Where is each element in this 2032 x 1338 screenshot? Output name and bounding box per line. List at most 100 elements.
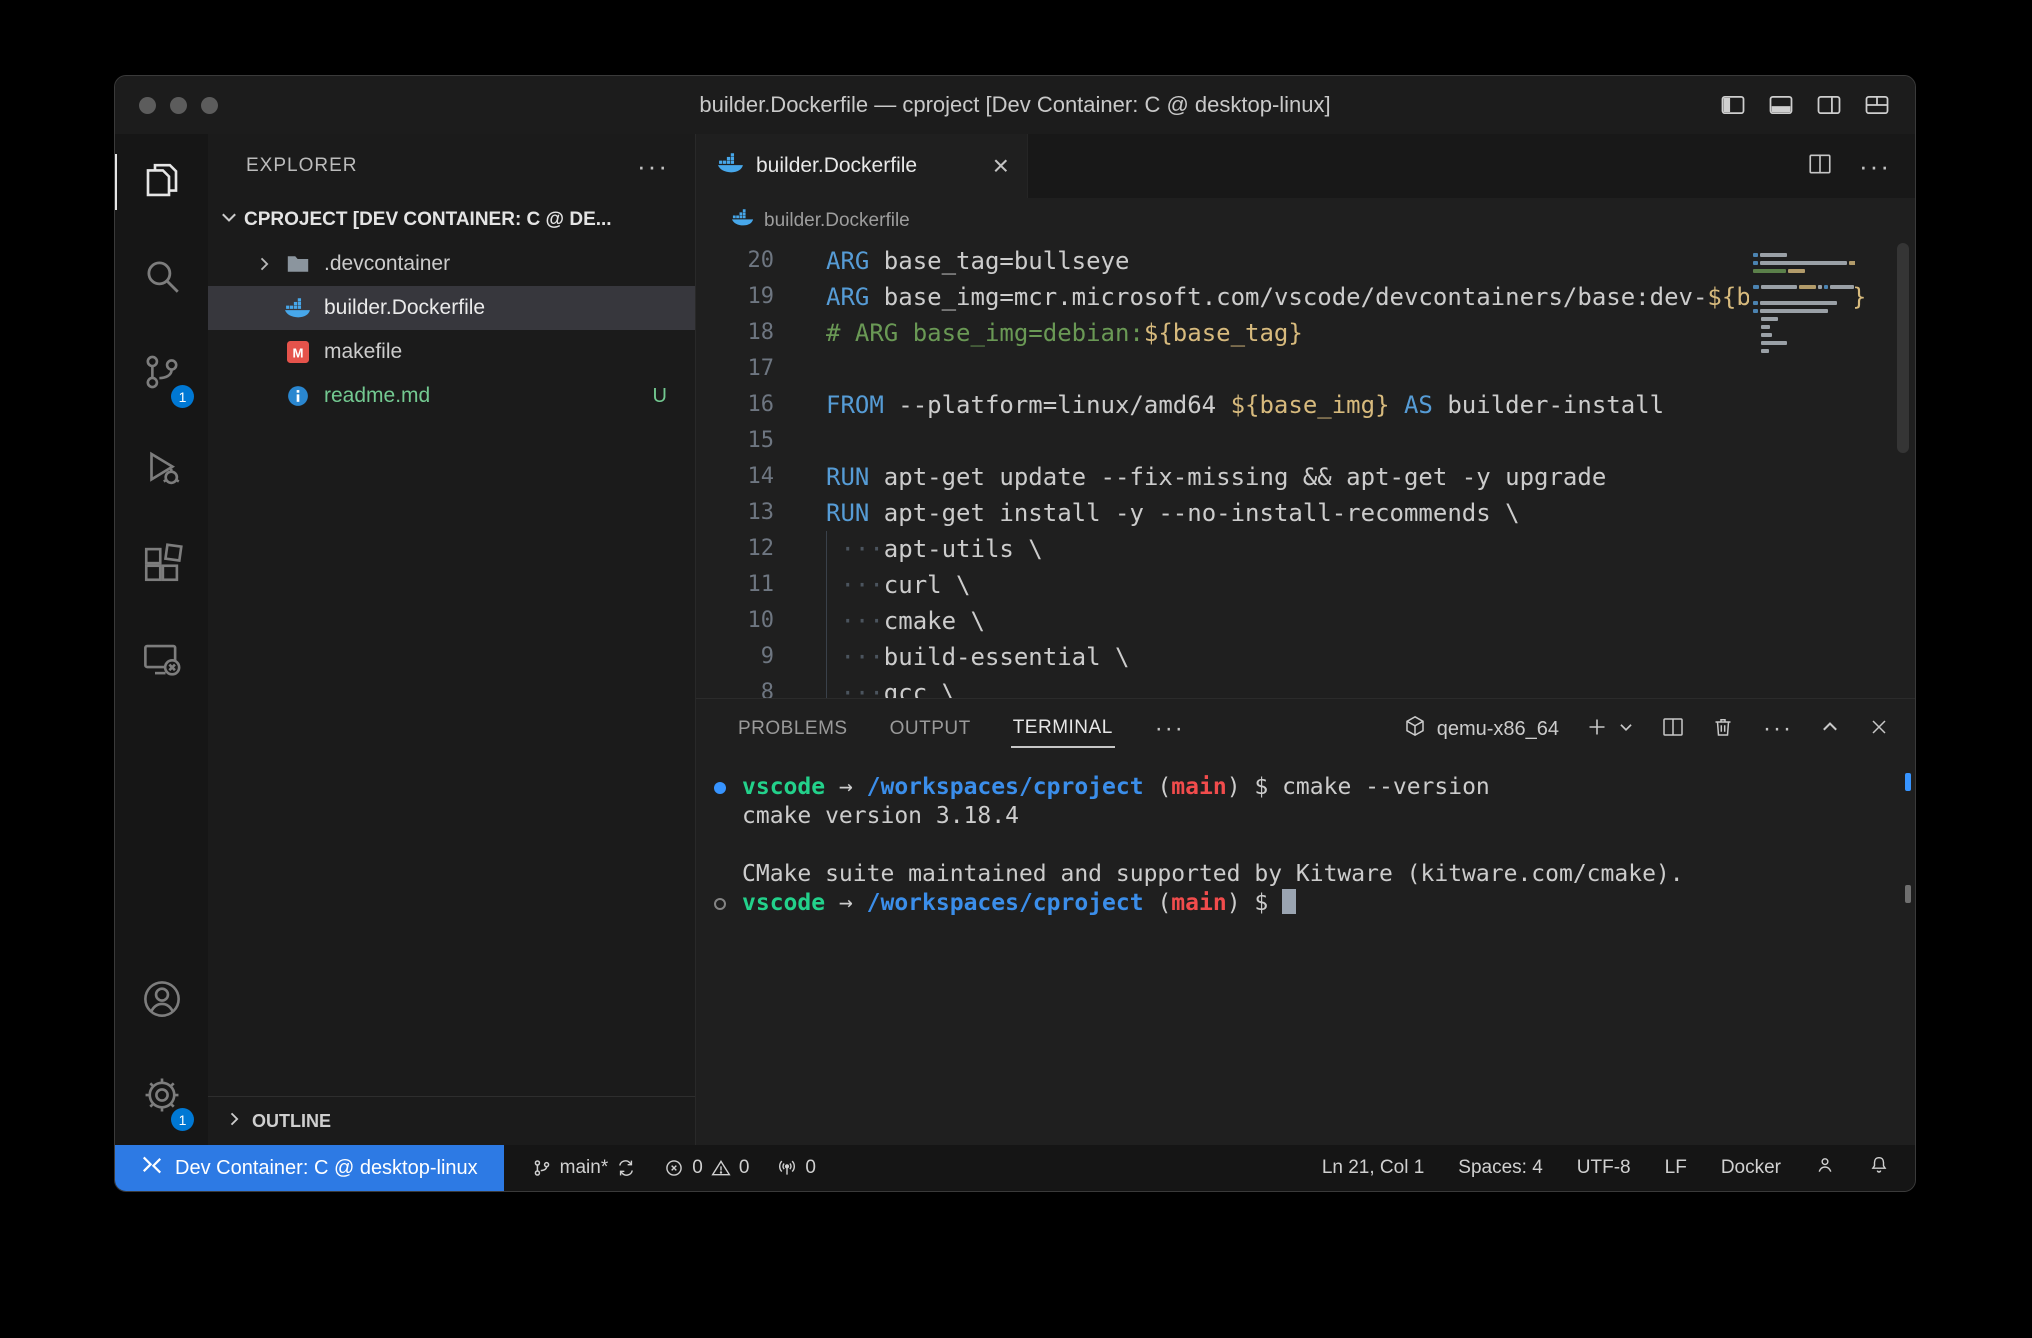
branch-status[interactable]: main*: [532, 1157, 637, 1179]
language-status[interactable]: Docker: [1721, 1157, 1781, 1179]
toggle-panel-icon[interactable]: [1767, 91, 1795, 119]
panel-more-tabs-icon[interactable]: ···: [1155, 717, 1185, 741]
tab-label: builder.Dockerfile: [756, 154, 917, 178]
outline-label: OUTLINE: [252, 1111, 331, 1132]
tree-item-builder.Dockerfile[interactable]: builder.Dockerfile: [208, 286, 695, 330]
toggle-secondary-sidebar-icon[interactable]: [1815, 91, 1843, 119]
close-tab-icon[interactable]: ×: [993, 152, 1009, 180]
code-line: 10 ···cmake \: [696, 603, 1915, 639]
settings-button[interactable]: 1: [115, 1049, 208, 1145]
editor-tab-bar: builder.Dockerfile × ···: [696, 134, 1915, 198]
tree-item-readme.md[interactable]: readme.mdU: [208, 374, 695, 418]
makefile-icon: M: [284, 341, 312, 363]
customize-layout-icon[interactable]: [1863, 91, 1891, 119]
editor-more-actions-icon[interactable]: ···: [1859, 153, 1891, 179]
feedback-icon[interactable]: [1815, 1155, 1835, 1181]
tab-builder-dockerfile[interactable]: builder.Dockerfile ×: [696, 134, 1028, 198]
kill-terminal-icon[interactable]: [1711, 715, 1735, 744]
code-line: 11 ···curl \: [696, 567, 1915, 603]
terminal-overview-mark: [1905, 885, 1911, 903]
window-title: builder.Dockerfile — cproject [Dev Conta…: [115, 92, 1915, 118]
tab-output[interactable]: OUTPUT: [888, 711, 973, 747]
problems-status[interactable]: 0 0: [664, 1157, 749, 1179]
file-tree: .devcontainerbuilder.DockerfileMmakefile…: [208, 242, 695, 418]
split-terminal-icon[interactable]: [1661, 715, 1685, 744]
command-decoration-icon[interactable]: [714, 782, 726, 794]
account-icon: [141, 978, 183, 1025]
code-line: 8 ···gcc \: [696, 675, 1915, 698]
source-control-badge: 1: [171, 385, 194, 408]
terminal-dropdown-icon[interactable]: [1617, 718, 1635, 741]
terminal-profile[interactable]: qemu-x86_64: [1403, 714, 1559, 744]
vm-cube-icon: [1403, 714, 1427, 744]
new-terminal-icon[interactable]: [1585, 715, 1609, 744]
tree-item-.devcontainer[interactable]: .devcontainer: [208, 242, 695, 286]
activity-source-control[interactable]: 1: [115, 326, 208, 422]
chevron-down-icon: [218, 206, 240, 234]
ports-status[interactable]: 0: [777, 1157, 816, 1179]
info-icon: [284, 385, 312, 407]
remote-indicator[interactable]: Dev Container: C @ desktop-linux: [115, 1145, 504, 1191]
activity-run-debug[interactable]: [115, 422, 208, 518]
warning-count: 0: [739, 1157, 750, 1179]
maximize-panel-icon[interactable]: [1819, 716, 1841, 743]
minimize-window-button[interactable]: [170, 97, 187, 114]
split-editor-icon[interactable]: [1807, 151, 1833, 182]
sidebar-title: EXPLORER: [246, 155, 357, 177]
close-panel-icon[interactable]: [1867, 715, 1891, 744]
tree-item-makefile[interactable]: Mmakefile: [208, 330, 695, 374]
line-col-status[interactable]: Ln 21, Col 1: [1322, 1157, 1424, 1179]
breadcrumb[interactable]: builder.Dockerfile: [696, 198, 1915, 243]
activity-explorer[interactable]: [115, 134, 208, 230]
workspace-section-header[interactable]: CPROJECT [DEV CONTAINER: C @ DE...: [208, 198, 695, 242]
indentation-status[interactable]: Spaces: 4: [1458, 1157, 1543, 1179]
tab-problems[interactable]: PROBLEMS: [736, 711, 850, 747]
remote-label: Dev Container: C @ desktop-linux: [175, 1157, 478, 1180]
code-line: 12 ···apt-utils \: [696, 531, 1915, 567]
zoom-window-button[interactable]: [201, 97, 218, 114]
terminal-line: vscode → /workspaces/cproject (main) $: [696, 889, 1915, 918]
outline-section-header[interactable]: OUTLINE: [208, 1096, 695, 1145]
error-count: 0: [692, 1157, 703, 1179]
folder-icon: [284, 252, 312, 276]
command-decoration-icon[interactable]: [714, 898, 726, 910]
traffic-lights: [115, 97, 218, 114]
terminal-line: vscode → /workspaces/cproject (main) $ c…: [696, 773, 1915, 802]
code-line: 9 ···build-essential \: [696, 639, 1915, 675]
docker-file-icon: [732, 209, 754, 232]
git-branch-icon: [532, 1158, 552, 1178]
minimap[interactable]: [1749, 243, 1855, 689]
ports-count: 0: [805, 1157, 816, 1179]
tab-terminal[interactable]: TERMINAL: [1011, 710, 1115, 748]
activity-bar: 1 1: [115, 134, 208, 1145]
terminal-overview-mark: [1905, 773, 1911, 791]
git-status-badge: U: [653, 385, 667, 408]
warning-icon: [711, 1158, 731, 1178]
explorer-more-actions-icon[interactable]: ···: [637, 153, 669, 179]
encoding-status[interactable]: UTF-8: [1577, 1157, 1631, 1179]
bell-icon[interactable]: [1869, 1155, 1889, 1181]
panel-more-actions-icon[interactable]: ···: [1763, 717, 1793, 741]
accounts-button[interactable]: [115, 953, 208, 1049]
code-line: 16FROM --platform=linux/amd64 ${base_img…: [696, 387, 1915, 423]
terminal-line: CMake suite maintained and supported by …: [696, 860, 1915, 889]
code-line: 18# ARG base_img=debian:${base_tag}: [696, 315, 1915, 351]
toggle-sidebar-icon[interactable]: [1719, 91, 1747, 119]
code-lines: 20ARG base_tag=bullseye19ARG base_img=mc…: [696, 243, 1915, 698]
docker-icon: [284, 298, 312, 318]
terminal[interactable]: vscode → /workspaces/cproject (main) $ c…: [696, 759, 1915, 1145]
activity-search[interactable]: [115, 230, 208, 326]
docker-file-icon: [718, 153, 744, 179]
vscode-window: builder.Dockerfile — cproject [Dev Conta…: [114, 75, 1916, 1192]
code-line: 14RUN apt-get update --fix-missing && ap…: [696, 459, 1915, 495]
branch-label: main*: [560, 1157, 609, 1179]
code-editor[interactable]: 20ARG base_tag=bullseye19ARG base_img=mc…: [696, 243, 1915, 698]
activity-extensions[interactable]: [115, 518, 208, 614]
svg-text:M: M: [293, 345, 304, 360]
close-window-button[interactable]: [139, 97, 156, 114]
extensions-icon: [141, 543, 183, 590]
activity-remote-explorer[interactable]: [115, 614, 208, 710]
editor-scrollbar[interactable]: [1897, 243, 1909, 453]
sync-icon[interactable]: [616, 1158, 636, 1178]
eol-status[interactable]: LF: [1665, 1157, 1687, 1179]
